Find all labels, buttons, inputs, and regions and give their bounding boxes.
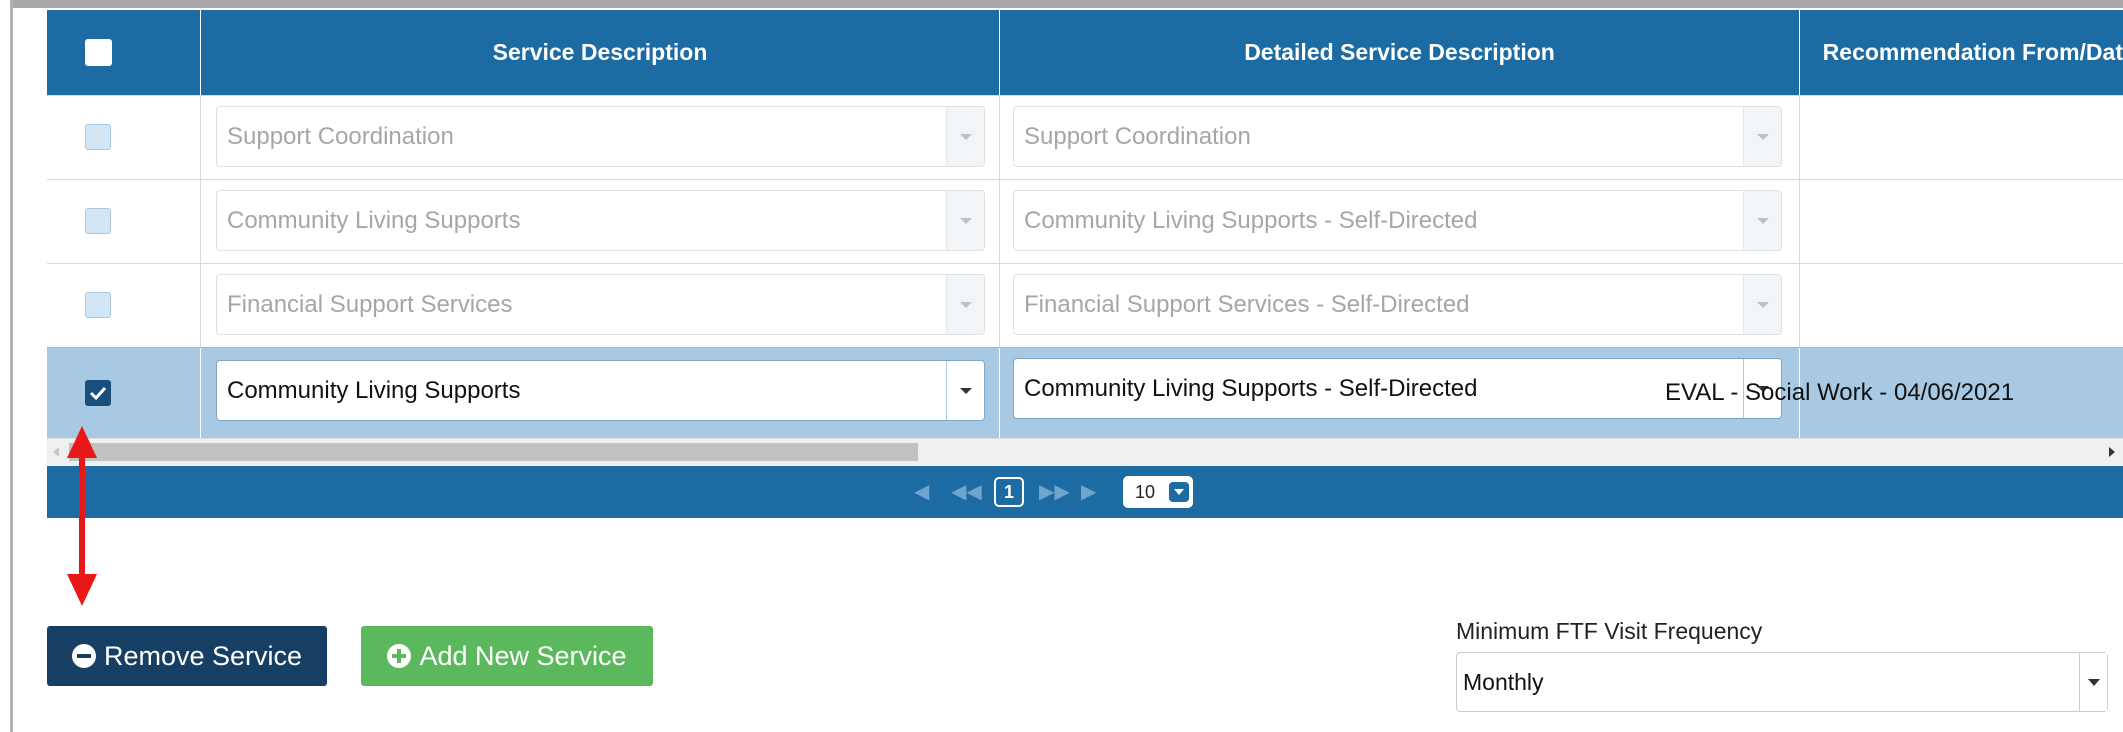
detail-cell: Community Living Supports - Self-Directe… <box>1000 180 1800 263</box>
detail-cell: Support Coordination <box>1000 96 1800 179</box>
table-row-selected[interactable]: Community Living Supports Community Livi… <box>47 347 2123 438</box>
red-double-arrow-icon <box>67 426 97 606</box>
row-select-cell <box>47 96 201 179</box>
service-dropdown[interactable]: Community Living Supports <box>216 360 985 421</box>
header-recommendation[interactable]: Recommendation From/Dat <box>1800 10 2123 95</box>
service-dropdown-value: Community Living Supports <box>227 376 521 404</box>
next-page-icon[interactable]: ▶▶ <box>1039 481 1070 503</box>
service-dropdown-value: Financial Support Services <box>227 290 513 318</box>
ftf-frequency-select[interactable]: Monthly <box>1456 652 2108 712</box>
last-page-icon[interactable]: ▶ <box>1081 481 1096 503</box>
recommendation-cell <box>1647 264 1665 347</box>
table-row[interactable]: Support Coordination Support Coordinatio… <box>47 95 2123 179</box>
scrollbar-thumb[interactable] <box>69 443 918 461</box>
chevron-down-icon[interactable] <box>1743 275 1781 334</box>
ftf-frequency-label: Minimum FTF Visit Frequency <box>1456 618 1763 644</box>
recommendation-cell <box>1647 180 1665 263</box>
service-dropdown-value: Community Living Supports <box>227 206 521 234</box>
row-checkbox[interactable] <box>85 208 111 234</box>
row-checkbox[interactable] <box>85 124 111 150</box>
plus-circle-icon <box>387 644 412 668</box>
window-top-border <box>10 0 2123 8</box>
window-left-border <box>10 0 13 732</box>
header-select-cell <box>47 10 201 95</box>
service-cell: Community Living Supports <box>201 180 1000 263</box>
grid-header: Service Description Detailed Service Des… <box>47 10 2123 95</box>
service-dropdown-value: Support Coordination <box>227 122 454 150</box>
detail-dropdown-value: Financial Support Services - Self-Direct… <box>1024 290 1470 318</box>
detail-dropdown-value: Community Living Supports - Self-Directe… <box>1024 374 1478 402</box>
chevron-down-icon[interactable] <box>2079 653 2107 711</box>
remove-service-button[interactable]: Remove Service <box>47 626 327 686</box>
checkmark-icon <box>89 386 107 401</box>
chevron-down-icon[interactable] <box>946 361 984 420</box>
service-cell: Financial Support Services <box>201 264 1000 347</box>
chevron-down-icon[interactable] <box>1743 107 1781 166</box>
recommendation-cell: EVAL - Social Work - 04/06/2021 <box>1665 379 2015 406</box>
table-row[interactable]: Community Living Supports Community Livi… <box>47 179 2123 263</box>
detail-dropdown[interactable]: Financial Support Services - Self-Direct… <box>1013 274 1782 335</box>
recommendation-cell <box>1647 96 1665 179</box>
service-dropdown[interactable]: Community Living Supports <box>216 190 985 251</box>
ftf-frequency-value: Monthly <box>1463 668 1544 695</box>
header-detailed-service-description[interactable]: Detailed Service Description <box>1000 10 1800 95</box>
detail-dropdown-value: Community Living Supports - Self-Directe… <box>1024 206 1478 234</box>
service-cell: Support Coordination <box>201 96 1000 179</box>
minus-circle-icon <box>71 644 96 668</box>
detail-dropdown[interactable]: Community Living Supports - Self-Directe… <box>1013 190 1782 251</box>
row-select-cell <box>47 348 201 438</box>
first-page-icon[interactable]: ◀​ <box>914 481 929 503</box>
chevron-down-icon[interactable] <box>946 191 984 250</box>
scroll-right-icon[interactable] <box>2109 447 2115 457</box>
row-checkbox-checked[interactable] <box>85 380 111 406</box>
chevron-down-icon[interactable] <box>946 107 984 166</box>
header-service-description[interactable]: Service Description <box>201 10 1000 95</box>
detail-cell: Financial Support Services - Self-Direct… <box>1000 264 1800 347</box>
previous-page-icon[interactable]: ◀◀ <box>951 481 982 503</box>
detail-dropdown[interactable]: Support Coordination <box>1013 106 1782 167</box>
chevron-down-icon[interactable] <box>946 275 984 334</box>
add-new-service-label: Add New Service <box>419 640 627 671</box>
detail-dropdown-value: Support Coordination <box>1024 122 1251 150</box>
chevron-down-icon[interactable] <box>1743 191 1781 250</box>
services-grid: Service Description Detailed Service Des… <box>47 10 2123 518</box>
select-all-checkbox[interactable] <box>85 39 112 66</box>
chevron-down-icon[interactable] <box>1169 482 1189 502</box>
service-cell: Community Living Supports <box>201 348 1000 438</box>
row-select-cell <box>47 180 201 263</box>
table-row[interactable]: Financial Support Services Financial Sup… <box>47 263 2123 347</box>
row-checkbox[interactable] <box>85 292 111 318</box>
service-dropdown[interactable]: Support Coordination <box>216 106 985 167</box>
row-select-cell <box>47 264 201 347</box>
horizontal-scrollbar[interactable] <box>47 438 2123 466</box>
current-page-button[interactable]: 1 <box>994 477 1024 507</box>
scroll-left-icon[interactable] <box>53 447 59 457</box>
pagination-bar: ◀​ ◀◀ 1 ▶▶ ▶ 10 <box>47 466 2123 518</box>
remove-service-label: Remove Service <box>103 640 303 671</box>
page-size-value: 10 <box>1135 481 1156 502</box>
service-dropdown[interactable]: Financial Support Services <box>216 274 985 335</box>
page-size-select[interactable]: 10 <box>1123 476 1193 508</box>
add-new-service-button[interactable]: Add New Service <box>361 626 653 686</box>
